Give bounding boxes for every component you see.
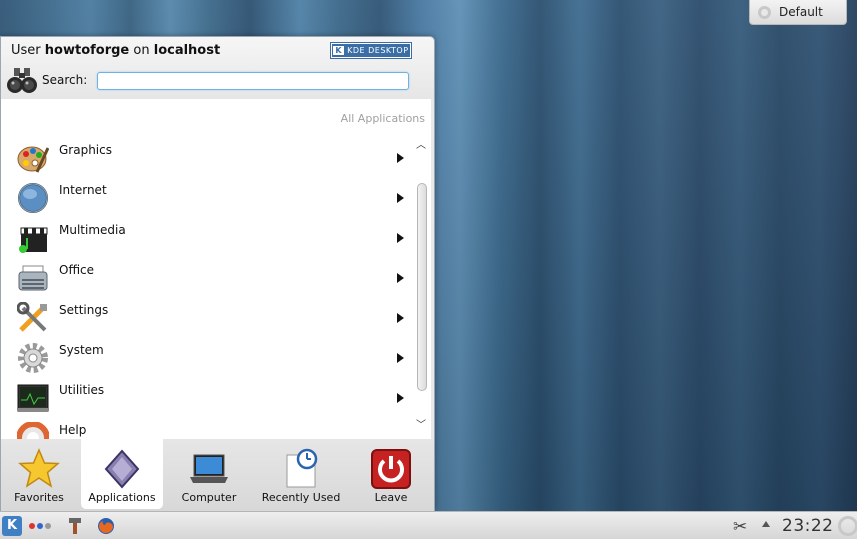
hostname: localhost — [153, 43, 221, 58]
tab-computer[interactable]: Computer — [169, 439, 249, 509]
kde-logo-text: KDE DESKTOP — [347, 46, 409, 55]
terminal-icon — [17, 384, 49, 412]
submenu-arrow-icon — [397, 353, 404, 363]
globe-icon — [18, 183, 48, 213]
palette-icon — [17, 146, 49, 173]
submenu-arrow-icon — [397, 273, 404, 283]
scroll-thumb[interactable] — [417, 183, 427, 391]
category-label: Utilities — [59, 383, 105, 397]
category-label: System — [59, 343, 104, 357]
category-system[interactable]: System — [1, 339, 411, 379]
category-label: Multimedia — [59, 223, 126, 237]
clapperboard-icon — [19, 227, 48, 253]
activities-icon[interactable] — [29, 523, 51, 529]
tab-label: Computer — [181, 491, 237, 504]
submenu-arrow-icon — [397, 233, 404, 243]
scroll-up-icon[interactable]: ︿ — [416, 141, 426, 151]
kde-desktop-logo: K KDE DESKTOP — [330, 42, 412, 59]
breadcrumb[interactable]: All Applications — [341, 112, 425, 125]
category-label: Internet — [59, 183, 107, 197]
search-input[interactable] — [97, 72, 409, 90]
host-prefix: on — [133, 43, 150, 58]
tab-recently-used[interactable]: Recently Used — [255, 439, 347, 509]
system-tray-expand-icon[interactable] — [762, 521, 770, 527]
scroll-track[interactable] — [416, 153, 427, 419]
category-internet[interactable]: Internet — [1, 179, 411, 219]
activity-gear-icon — [758, 5, 771, 19]
tools-icon — [17, 302, 47, 332]
category-label: Help — [59, 423, 87, 437]
lifebuoy-icon — [17, 422, 49, 439]
tab-favorites[interactable]: Favorites — [1, 439, 77, 509]
user-prefix: User — [11, 43, 41, 58]
category-utilities[interactable]: Utilities — [1, 379, 411, 419]
kde-logo-k: K — [333, 46, 345, 55]
submenu-arrow-icon — [397, 313, 404, 323]
scroll-down-icon[interactable]: ﹀ — [416, 421, 426, 431]
category-label: Graphics — [59, 143, 112, 157]
list-scrollbar[interactable]: ︿ ﹀ — [414, 141, 428, 431]
firefox-icon[interactable] — [97, 517, 115, 535]
panel-toolbox-icon[interactable] — [838, 516, 857, 536]
binoculars-icon — [7, 68, 37, 93]
activity-switcher[interactable]: Default — [749, 0, 847, 25]
klipper-scissors-icon[interactable]: ✂ — [733, 517, 747, 537]
launcher-header: User howtoforge on localhost K KDE DESKT… — [1, 37, 434, 99]
clock[interactable]: 23:22 — [782, 516, 834, 536]
paintbrush-icon[interactable] — [67, 517, 83, 535]
activity-label: Default — [779, 5, 823, 19]
category-label: Settings — [59, 303, 109, 317]
user-info: User howtoforge on localhost — [11, 43, 220, 58]
category-settings[interactable]: Settings — [1, 299, 411, 339]
submenu-arrow-icon — [397, 193, 404, 203]
tab-leave[interactable]: Leave — [353, 439, 429, 509]
category-help[interactable]: Help — [1, 419, 411, 439]
tab-label: Favorites — [14, 491, 64, 504]
recent-document-icon — [286, 448, 318, 488]
submenu-arrow-icon — [397, 153, 404, 163]
applications-icon — [104, 449, 140, 489]
application-list: All Applications Graphics Internet Multi… — [1, 99, 431, 439]
username: howtoforge — [44, 43, 130, 58]
tab-label: Applications — [88, 491, 156, 504]
search-label: Search: — [42, 73, 88, 87]
tab-label: Recently Used — [261, 491, 341, 504]
typewriter-icon — [18, 265, 48, 291]
tab-label: Leave — [374, 491, 408, 504]
taskbar: K ✂ 23:22 — [0, 511, 857, 539]
application-launcher: User howtoforge on localhost K KDE DESKT… — [0, 36, 435, 511]
category-multimedia[interactable]: Multimedia — [1, 219, 411, 259]
category-graphics[interactable]: Graphics — [1, 139, 411, 179]
laptop-icon — [190, 454, 228, 483]
kde-menu-button[interactable]: K — [2, 516, 22, 536]
gear-icon — [18, 343, 48, 373]
star-icon — [18, 448, 60, 488]
submenu-arrow-icon — [397, 393, 404, 403]
category-label: Office — [59, 263, 95, 277]
power-icon — [371, 449, 411, 489]
tab-applications[interactable]: Applications — [81, 439, 163, 509]
launcher-tabs: Favorites Applications Computer Recently… — [1, 439, 434, 511]
category-office[interactable]: Office — [1, 259, 411, 299]
